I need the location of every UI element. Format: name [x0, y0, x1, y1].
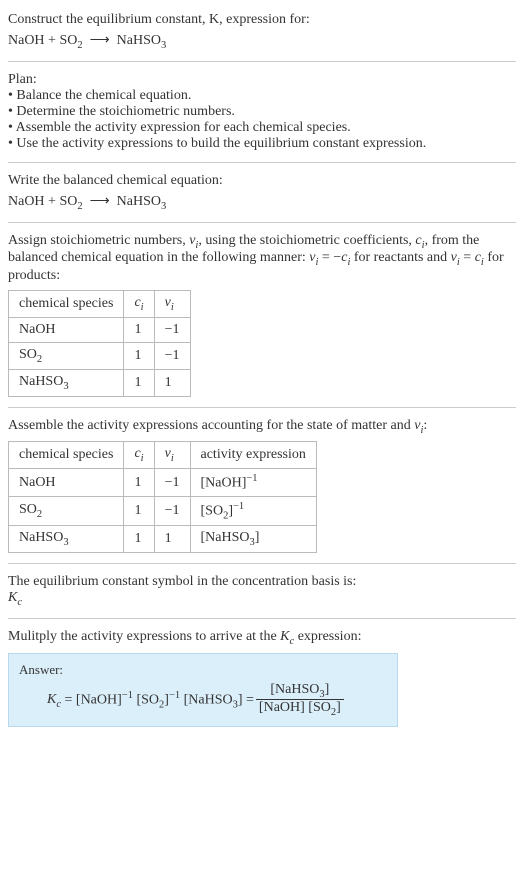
table-row: SO2 1 −1 [SO2]−1 [9, 496, 317, 525]
cell: [NaOH]−1 [190, 469, 316, 497]
activity-table: chemical species ci νi activity expressi… [8, 441, 317, 553]
cell: [NaHSO3] [190, 526, 316, 553]
cell: 1 [124, 317, 154, 342]
col-header: νi [154, 291, 190, 318]
cell: SO2 [9, 496, 124, 525]
cell: 1 [124, 369, 154, 396]
cell: SO2 [9, 342, 124, 369]
basis-line1: The equilibrium constant symbol in the c… [8, 574, 516, 590]
cell: 1 [154, 526, 190, 553]
balanced-section: Write the balanced chemical equation: Na… [8, 173, 516, 212]
divider [8, 61, 516, 62]
assign-section: Assign stoichiometric numbers, νi, using… [8, 233, 516, 397]
plan-item: • Balance the chemical equation. [8, 88, 516, 104]
answer-lhs: Kc = [NaOH]−1 [SO2]−1 [NaHSO3] = [47, 690, 254, 710]
table-row: NaHSO3 1 1 [NaHSO3] [9, 526, 317, 553]
answer-box: Answer: Kc = [NaOH]−1 [SO2]−1 [NaHSO3] =… [8, 653, 398, 728]
basis-symbol: Kc [8, 590, 516, 608]
table-header-row: chemical species ci νi [9, 291, 191, 318]
divider [8, 222, 516, 223]
divider [8, 618, 516, 619]
col-header: ci [124, 291, 154, 318]
prompt-header: Construct the equilibrium constant, K, e… [8, 12, 516, 51]
cell: 1 [124, 469, 154, 497]
balanced-title: Write the balanced chemical equation: [8, 173, 516, 189]
col-header: chemical species [9, 442, 124, 469]
basis-section: The equilibrium constant symbol in the c… [8, 574, 516, 608]
fraction-denominator: [NaOH] [SO2] [256, 700, 344, 718]
answer-equation: Kc = [NaOH]−1 [SO2]−1 [NaHSO3] = [NaHSO3… [19, 682, 387, 719]
answer-fraction: [NaHSO3] [NaOH] [SO2] [256, 682, 344, 719]
plan-item: • Determine the stoichiometric numbers. [8, 104, 516, 120]
plan-section: Plan: • Balance the chemical equation. •… [8, 72, 516, 152]
col-header: ci [124, 442, 154, 469]
table-header-row: chemical species ci νi activity expressi… [9, 442, 317, 469]
table-row: NaOH 1 −1 [9, 317, 191, 342]
col-header: νi [154, 442, 190, 469]
cell: 1 [124, 496, 154, 525]
cell: 1 [154, 369, 190, 396]
col-header: activity expression [190, 442, 316, 469]
divider [8, 407, 516, 408]
plan-title: Plan: [8, 72, 516, 88]
cell: NaOH [9, 317, 124, 342]
cell: 1 [124, 526, 154, 553]
plan-item: • Assemble the activity expression for e… [8, 120, 516, 136]
cell: NaOH [9, 469, 124, 497]
divider [8, 563, 516, 564]
table-row: NaHSO3 1 1 [9, 369, 191, 396]
assign-text: Assign stoichiometric numbers, νi, using… [8, 233, 516, 285]
cell: NaHSO3 [9, 526, 124, 553]
cell: NaHSO3 [9, 369, 124, 396]
table-row: NaOH 1 −1 [NaOH]−1 [9, 469, 317, 497]
cell: −1 [154, 342, 190, 369]
activity-title: Assemble the activity expressions accoun… [8, 418, 516, 436]
cell: [SO2]−1 [190, 496, 316, 525]
prompt-line1: Construct the equilibrium constant, K, e… [8, 12, 516, 28]
activity-section: Assemble the activity expressions accoun… [8, 418, 516, 554]
col-header: chemical species [9, 291, 124, 318]
balanced-equation: NaOH + SO2 ⟶ NaHSO3 [8, 193, 516, 212]
multiply-title: Mulitply the activity expressions to arr… [8, 629, 516, 647]
answer-label: Answer: [19, 662, 387, 678]
cell: −1 [154, 317, 190, 342]
prompt-equation: NaOH + SO2 ⟶ NaHSO3 [8, 32, 516, 51]
table-row: SO2 1 −1 [9, 342, 191, 369]
plan-item: • Use the activity expressions to build … [8, 136, 516, 152]
stoich-table: chemical species ci νi NaOH 1 −1 SO2 1 −… [8, 290, 191, 396]
multiply-section: Mulitply the activity expressions to arr… [8, 629, 516, 727]
cell: −1 [154, 496, 190, 525]
fraction-numerator: [NaHSO3] [256, 682, 344, 701]
cell: −1 [154, 469, 190, 497]
divider [8, 162, 516, 163]
cell: 1 [124, 342, 154, 369]
